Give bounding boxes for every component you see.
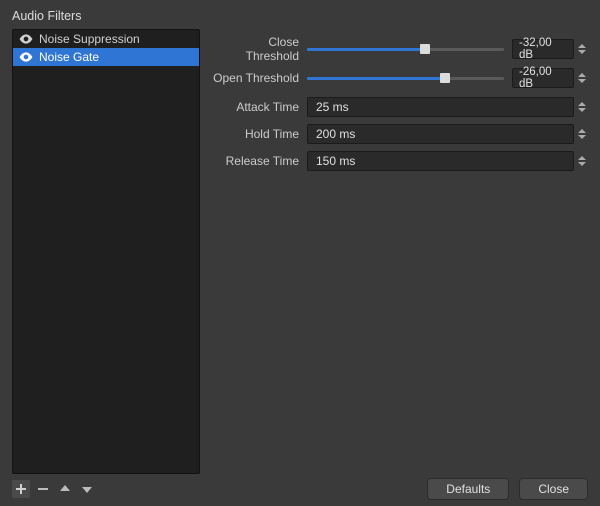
add-filter-button[interactable]: [12, 480, 30, 498]
chevron-down-icon[interactable]: [578, 79, 586, 83]
release-time-input[interactable]: 150 ms: [307, 151, 574, 171]
open-threshold-row: Open Threshold -26,00 dB: [212, 68, 588, 88]
close-threshold-value[interactable]: -32,00 dB: [512, 39, 574, 59]
chevron-down-icon[interactable]: [578, 108, 586, 112]
close-threshold-slider[interactable]: [307, 42, 504, 56]
filter-label: Noise Gate: [39, 50, 199, 64]
filter-item-noise-gate[interactable]: Noise Gate: [13, 48, 199, 66]
chevron-down-icon[interactable]: [578, 50, 586, 54]
release-time-row: Release Time 150 ms: [212, 151, 588, 171]
attack-time-label: Attack Time: [212, 100, 307, 114]
close-threshold-spinner[interactable]: [576, 44, 588, 54]
chevron-down-icon[interactable]: [578, 162, 586, 166]
defaults-button[interactable]: Defaults: [427, 478, 509, 500]
filter-label: Noise Suppression: [39, 32, 199, 46]
open-threshold-slider[interactable]: [307, 71, 504, 85]
hold-time-row: Hold Time 200 ms: [212, 124, 588, 144]
release-time-spinner[interactable]: [576, 156, 588, 166]
filters-list: Noise Suppression Noise Gate: [12, 29, 200, 474]
chevron-up-icon[interactable]: [578, 102, 586, 106]
chevron-down-icon[interactable]: [578, 135, 586, 139]
main-row: Noise Suppression Noise Gate Close Thres…: [0, 29, 600, 474]
hold-time-label: Hold Time: [212, 127, 307, 141]
chevron-up-icon[interactable]: [578, 44, 586, 48]
remove-filter-button[interactable]: [34, 480, 52, 498]
close-button[interactable]: Close: [519, 478, 588, 500]
release-time-label: Release Time: [212, 154, 307, 168]
filter-settings: Close Threshold -32,00 dB Open Threshold: [200, 29, 600, 474]
hold-time-spinner[interactable]: [576, 129, 588, 139]
attack-time-input[interactable]: 25 ms: [307, 97, 574, 117]
eye-icon[interactable]: [19, 50, 33, 64]
eye-icon[interactable]: [19, 32, 33, 46]
filter-item-noise-suppression[interactable]: Noise Suppression: [13, 30, 199, 48]
attack-time-row: Attack Time 25 ms: [212, 97, 588, 117]
close-threshold-row: Close Threshold -32,00 dB: [212, 39, 588, 59]
chevron-up-icon[interactable]: [578, 129, 586, 133]
chevron-up-icon[interactable]: [578, 156, 586, 160]
close-threshold-label: Close Threshold: [212, 35, 307, 63]
move-up-button[interactable]: [56, 480, 74, 498]
open-threshold-spinner[interactable]: [576, 73, 588, 83]
chevron-up-icon[interactable]: [578, 73, 586, 77]
window-title: Audio Filters: [0, 0, 600, 29]
bottom-bar: Defaults Close: [0, 472, 600, 506]
move-down-button[interactable]: [78, 480, 96, 498]
open-threshold-value[interactable]: -26,00 dB: [512, 68, 574, 88]
hold-time-input[interactable]: 200 ms: [307, 124, 574, 144]
open-threshold-label: Open Threshold: [212, 71, 307, 85]
filter-toolbar: [12, 480, 96, 498]
attack-time-spinner[interactable]: [576, 102, 588, 112]
